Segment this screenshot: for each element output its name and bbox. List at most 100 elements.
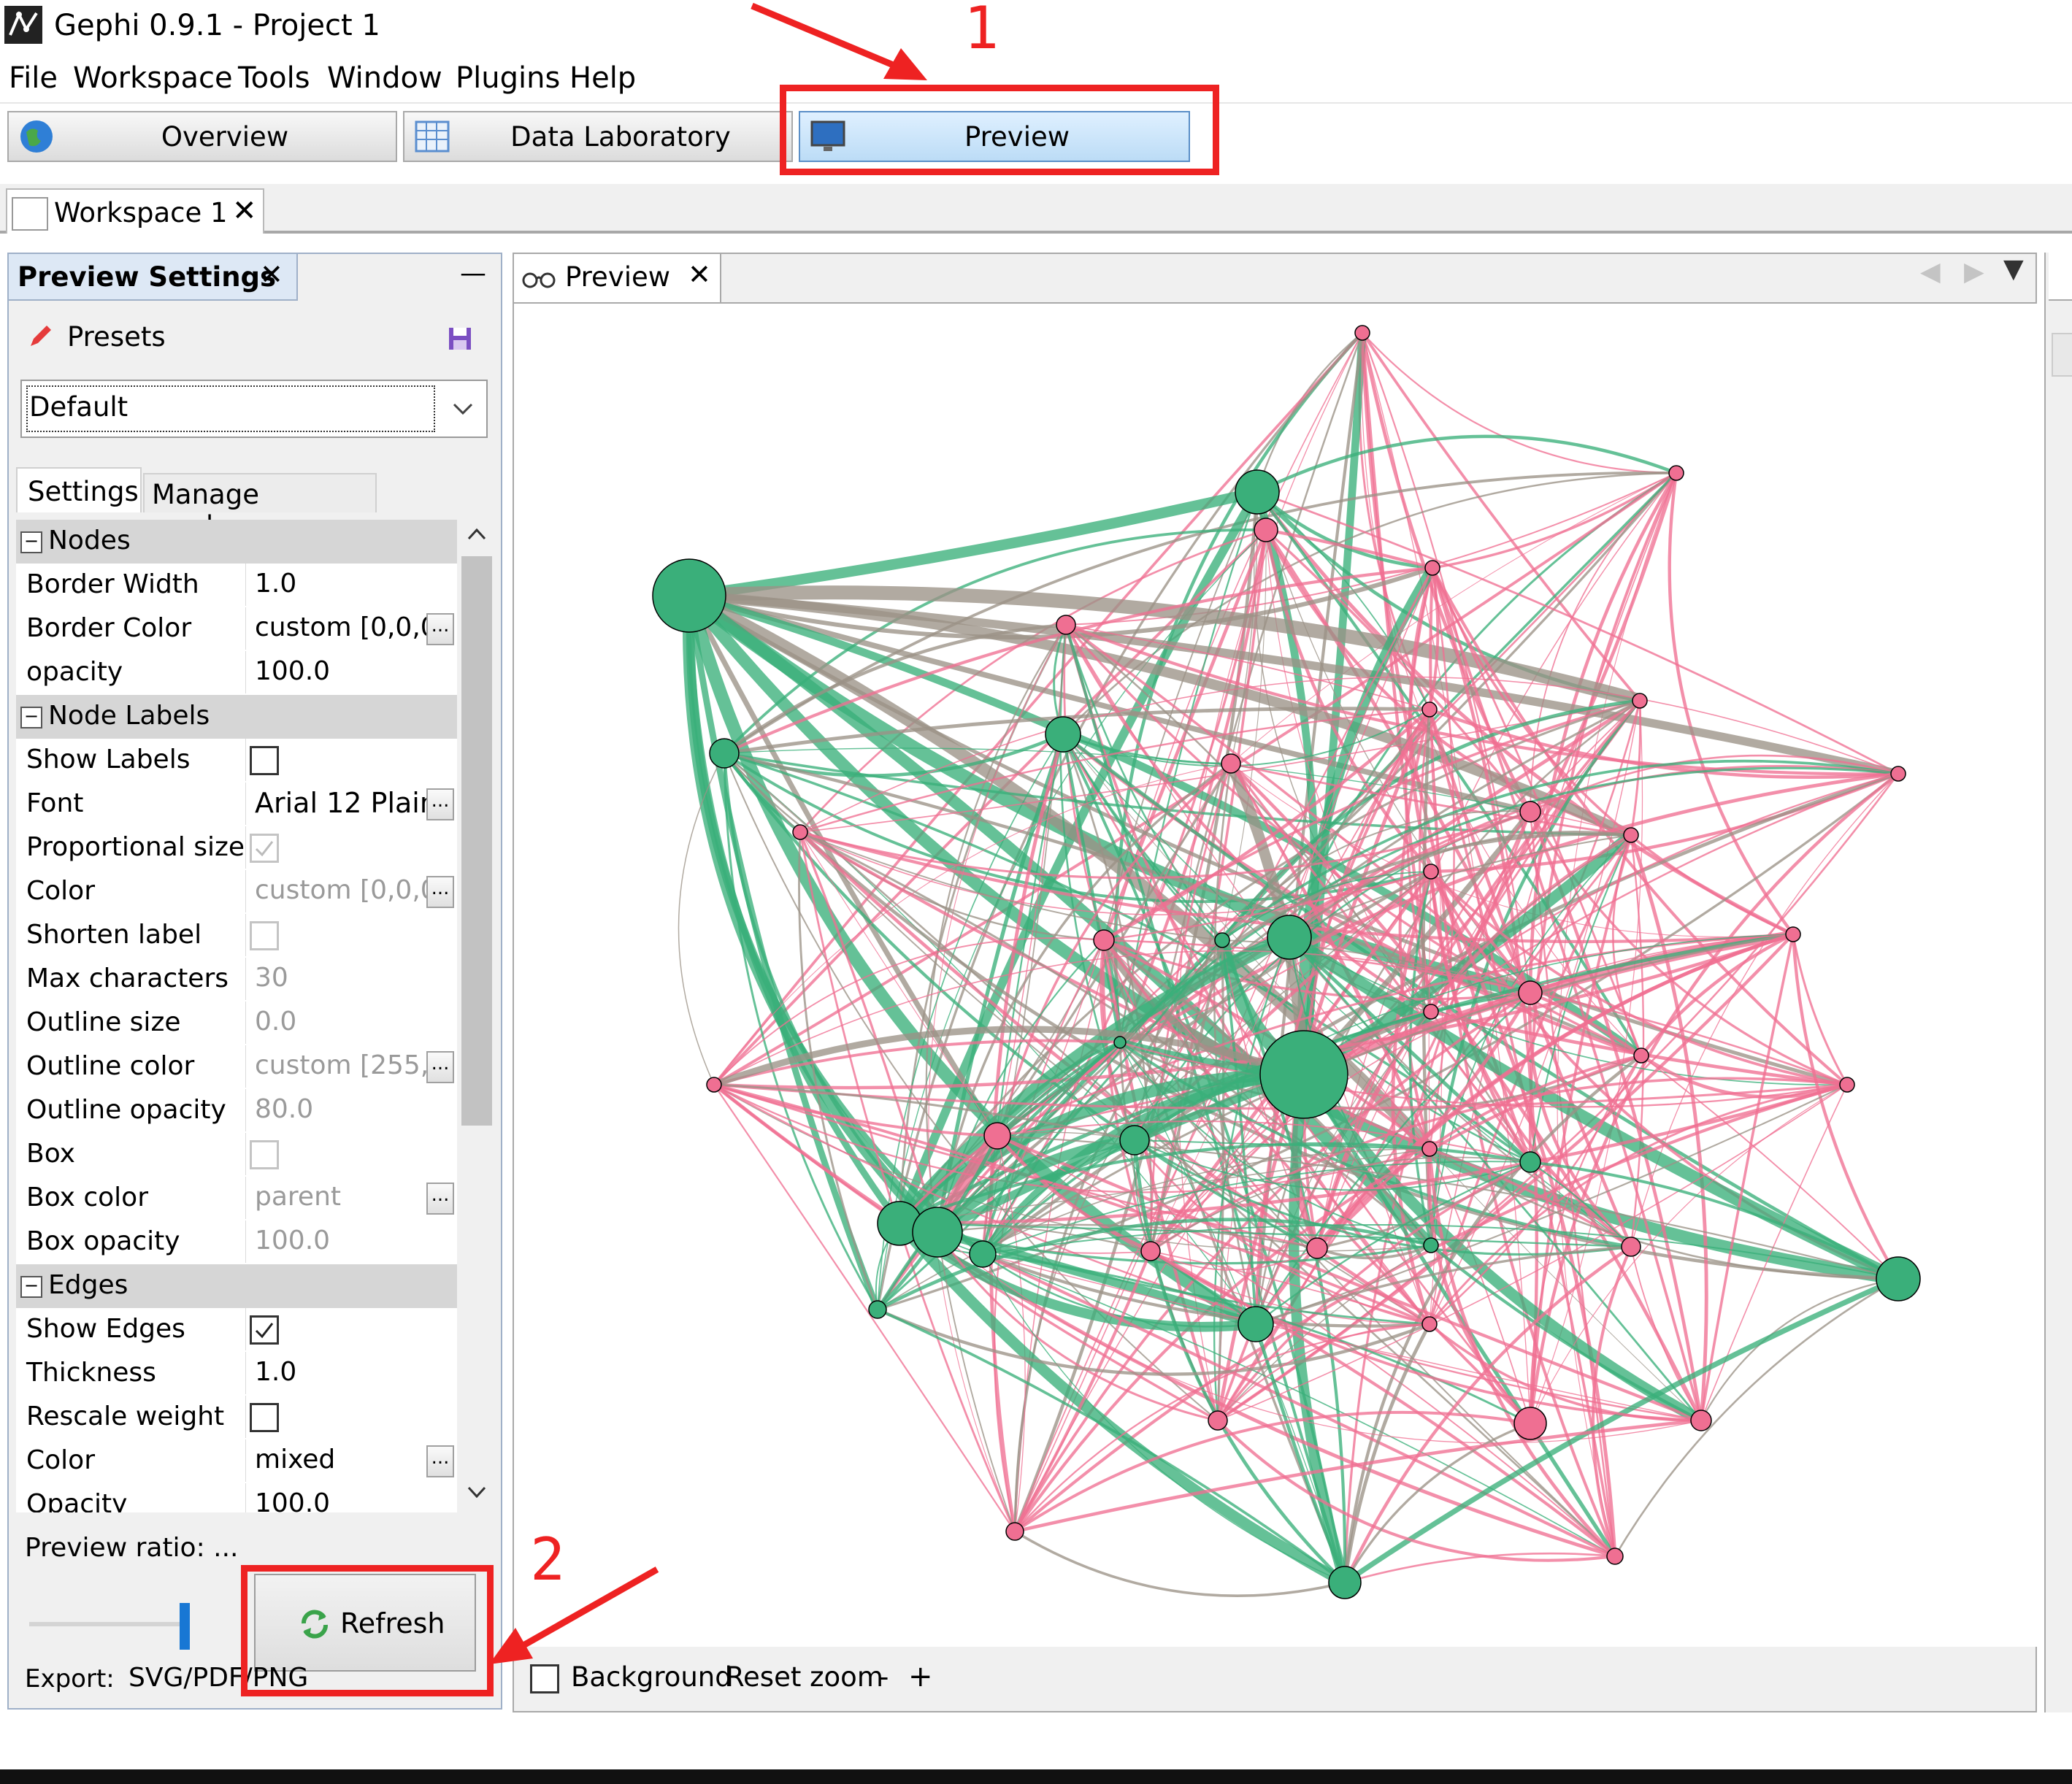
preview-tab[interactable]: Preview ✕ (514, 254, 721, 302)
preview-ratio-label: Preview ratio: ... (25, 1533, 239, 1563)
property-scrollbar[interactable] (457, 520, 496, 1510)
ellipsis-button[interactable]: ... (426, 1445, 454, 1477)
property-proportional-size[interactable]: Proportional size (16, 826, 457, 871)
right-panel[interactable] (2044, 253, 2072, 1712)
ellipsis-button[interactable]: ... (426, 613, 454, 645)
data-laboratory-label: Data Laboratory (510, 120, 731, 153)
graph-node (1354, 325, 1370, 341)
slider-thumb[interactable] (180, 1603, 190, 1650)
graph-node (983, 1122, 1011, 1150)
property-rescale-weight[interactable]: Rescale weight (16, 1396, 457, 1440)
overview-label: Overview (161, 120, 289, 153)
preview-canvas[interactable] (514, 302, 2037, 1647)
scrollbar-thumb[interactable] (461, 556, 492, 1126)
graph-node (969, 1240, 997, 1268)
tab-left-arrow-icon[interactable]: ◀ (1920, 257, 1941, 287)
graph-node (1119, 1125, 1150, 1156)
graph-node (1423, 1004, 1439, 1020)
graph-edge (1700, 1277, 1899, 1421)
property-box-color[interactable]: Box color parent... (16, 1177, 457, 1221)
property-box-opacity[interactable]: Box opacity 100.0 (16, 1220, 457, 1265)
graph-node (1513, 1407, 1547, 1440)
graph-node (709, 738, 740, 769)
property-outline-color[interactable]: Outline color custom [255,...... (16, 1045, 457, 1090)
tab-manage-renderers[interactable]: Manage renderers (143, 473, 377, 542)
graph-node (1606, 1547, 1624, 1565)
graph-node (1140, 1241, 1161, 1261)
graph-node (1890, 766, 1906, 782)
tab-list-dropdown-icon[interactable]: ▼ (2003, 254, 2024, 284)
preview-ratio-slider[interactable] (29, 1603, 190, 1650)
graph-node (1056, 615, 1076, 635)
menu-workspace[interactable]: Workspace (73, 61, 233, 95)
graph-node (1221, 753, 1241, 774)
preview-settings-tab[interactable]: Preview Settings ✕ (9, 254, 298, 301)
proportional-size-checkbox[interactable] (250, 834, 279, 863)
scroll-up-icon[interactable] (466, 526, 488, 543)
ellipsis-button[interactable]: ... (426, 1183, 454, 1215)
menu-window[interactable]: Window (327, 61, 442, 95)
property-edge-color[interactable]: Color mixed... (16, 1439, 457, 1484)
data-laboratory-button[interactable]: Data Laboratory (403, 111, 793, 162)
property-show-labels[interactable]: Show Labels (16, 739, 457, 783)
preview-settings-close-icon[interactable]: ✕ (260, 258, 283, 291)
ellipsis-button[interactable]: ... (426, 788, 454, 820)
ellipsis-button[interactable]: ... (426, 876, 454, 908)
property-shorten-label[interactable]: Shorten label (16, 914, 457, 958)
save-preset-icon[interactable] (447, 326, 473, 352)
graph-node (1005, 1522, 1024, 1541)
box-checkbox[interactable] (250, 1140, 279, 1169)
property-max-characters[interactable]: Max characters 30 (16, 958, 457, 1002)
zoom-out-button[interactable]: - (879, 1661, 889, 1693)
shorten-label-checkbox[interactable] (250, 921, 279, 950)
show-edges-checkbox[interactable] (250, 1315, 279, 1345)
property-box[interactable]: Box (16, 1133, 457, 1177)
tab-right-arrow-icon[interactable]: ▶ (1964, 257, 1984, 287)
tab-settings[interactable]: Settings (16, 467, 142, 512)
category-nodes[interactable]: − Nodes (16, 520, 457, 564)
menu-plugins[interactable]: Plugins (456, 61, 560, 95)
graph-node (1045, 716, 1081, 753)
workspace-close-icon[interactable]: ✕ (232, 194, 257, 228)
menu-file[interactable]: File (9, 61, 58, 95)
property-show-edges[interactable]: Show Edges (16, 1308, 457, 1353)
rescale-weight-checkbox[interactable] (250, 1403, 279, 1432)
graph-node (1623, 827, 1639, 843)
property-label-color[interactable]: Color custom [0,0,0]... (16, 870, 457, 915)
show-labels-checkbox[interactable] (250, 746, 279, 775)
graph-edge (1428, 1083, 1848, 1325)
menu-help[interactable]: Help (569, 61, 636, 95)
property-edge-opacity[interactable]: Opacity 100.0 (16, 1483, 457, 1512)
property-border-width[interactable]: Border Width 1.0 (16, 564, 457, 608)
overview-button[interactable]: Overview (7, 111, 397, 162)
glasses-icon (522, 272, 556, 288)
category-edges[interactable]: − Edges (16, 1264, 457, 1308)
graph-node (1839, 1077, 1855, 1093)
graph-node (1238, 1306, 1274, 1342)
workspace-tab[interactable]: Workspace 1 ✕ (6, 188, 264, 234)
graph-node (1259, 1030, 1348, 1119)
scroll-down-icon[interactable] (466, 1483, 488, 1501)
property-thickness[interactable]: Thickness 1.0 (16, 1352, 457, 1396)
preset-dropdown[interactable]: Default (20, 380, 488, 438)
graph-node (1214, 932, 1230, 948)
property-border-color[interactable]: Border Color custom [0,0,0]... (16, 607, 457, 652)
export-label: Export: (25, 1664, 115, 1693)
graph-node (1424, 560, 1440, 576)
property-opacity[interactable]: opacity 100.0 (16, 651, 457, 696)
category-node-labels[interactable]: − Node Labels (16, 695, 457, 739)
ellipsis-button[interactable]: ... (426, 1051, 454, 1083)
property-outline-size[interactable]: Outline size 0.0 (16, 1001, 457, 1046)
zoom-in-button[interactable]: + (908, 1660, 933, 1693)
graph-node (652, 558, 726, 633)
reset-zoom-button[interactable]: Reset zoom (726, 1661, 883, 1693)
property-font[interactable]: Font Arial 12 Plain... (16, 783, 457, 827)
graph-node (706, 1077, 722, 1093)
preview-settings-title: Preview Settings (18, 261, 277, 293)
minimize-icon[interactable]: — (460, 258, 486, 288)
graph-node (1423, 864, 1439, 880)
property-outline-opacity[interactable]: Outline opacity 80.0 (16, 1089, 457, 1134)
graph-node (1254, 518, 1278, 542)
preview-close-icon[interactable]: ✕ (688, 258, 711, 291)
menu-tools[interactable]: Tools (238, 61, 310, 95)
